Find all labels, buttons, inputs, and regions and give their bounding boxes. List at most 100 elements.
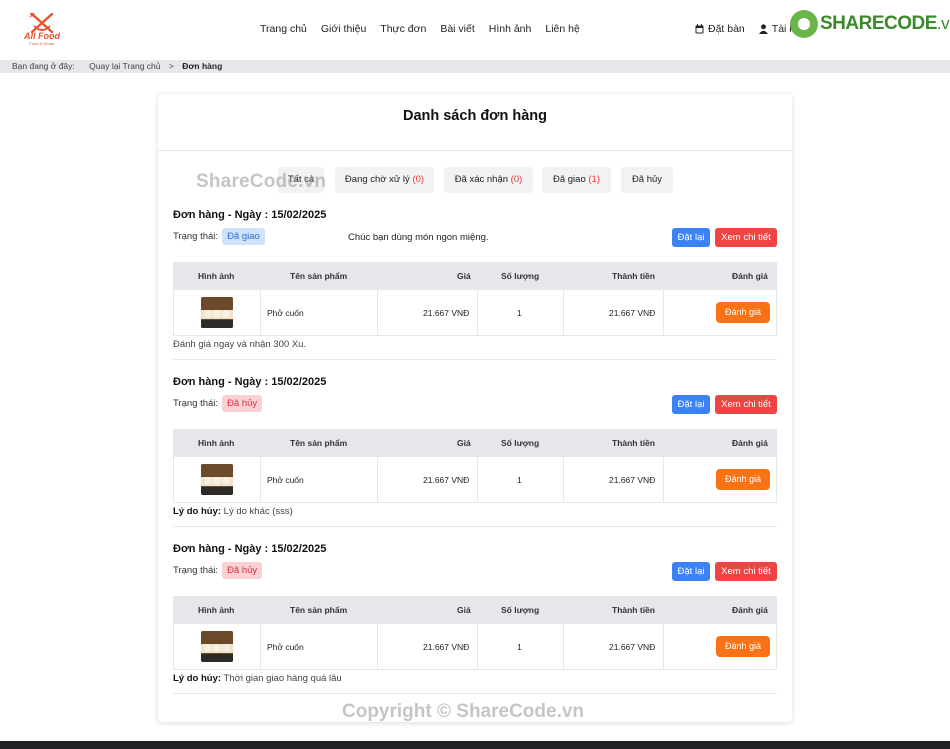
order-title: Đơn hàng - Ngày : 15/02/2025	[173, 376, 327, 388]
reorder-button[interactable]: Đặt lại	[672, 562, 710, 581]
divider	[158, 150, 792, 151]
booking-link[interactable]: Đặt bàn	[695, 23, 745, 35]
page-footer-bar	[0, 741, 950, 749]
sharecode-badge-icon	[790, 10, 818, 38]
th-price: Giá	[457, 438, 471, 448]
nav-posts[interactable]: Bài viết	[440, 23, 474, 35]
order-note: Chúc bạn dùng món ngon miệng.	[348, 232, 489, 243]
tab-pending-label: Đang chờ xử lý	[344, 174, 410, 185]
status-label: Trạng thái:	[173, 398, 219, 409]
nav-home[interactable]: Trang chủ	[260, 23, 307, 35]
tab-delivered[interactable]: Đã giao (1)	[542, 167, 611, 193]
view-detail-button[interactable]: Xem chi tiết	[715, 395, 777, 414]
nav-menu[interactable]: Thực đơn	[380, 23, 426, 35]
tab-delivered-count: (1)	[588, 174, 600, 185]
rate-button[interactable]: Đánh giá	[716, 469, 770, 490]
calendar-icon	[695, 24, 704, 34]
footer-label: Lý do hủy:	[173, 506, 222, 517]
product-price: 21.667 VNĐ	[423, 475, 470, 485]
product-quantity: 1	[517, 475, 522, 485]
view-detail-button[interactable]: Xem chi tiết	[715, 562, 777, 581]
table-header: Hình ảnh Tên sản phẩm Giá Số lượng Thành…	[173, 596, 777, 624]
th-total: Thành tiền	[612, 438, 655, 448]
th-price: Giá	[457, 271, 471, 281]
user-icon	[758, 24, 768, 34]
divider	[173, 526, 777, 527]
product-name: Phở cuốn	[267, 642, 304, 652]
table-row: Phở cuốn 21.667 VNĐ 1 21.667 VNĐ Đánh gi…	[173, 624, 777, 670]
order-status: Trạng thái: Đã hủy	[173, 395, 263, 412]
status-badge: Đã hủy	[222, 395, 263, 412]
footer-text: Đánh giá ngay và nhận 300 Xu.	[173, 339, 307, 350]
breadcrumb-home[interactable]: Quay lại Trang chủ	[89, 61, 160, 71]
rate-button[interactable]: Đánh giá	[716, 636, 770, 657]
th-product: Tên sản phẩm	[290, 605, 348, 615]
main-nav: Trang chủ Giới thiệu Thực đơn Bài viết H…	[260, 23, 594, 35]
th-rating: Đánh giá	[732, 438, 768, 448]
table-row: Phở cuốn 21.667 VNĐ 1 21.667 VNĐ Đánh gi…	[173, 457, 777, 503]
th-total: Thành tiền	[612, 605, 655, 615]
status-badge: Đã hủy	[222, 562, 263, 579]
product-name: Phở cuốn	[267, 308, 304, 318]
product-image	[201, 297, 233, 328]
nav-contact[interactable]: Liên hệ	[545, 23, 579, 35]
site-logo[interactable]: All Food Food & Drinks	[16, 12, 68, 48]
footer-text: Lý do khác (sss)	[221, 506, 293, 517]
copyright-watermark: Copyright © ShareCode.vn	[342, 701, 585, 722]
breadcrumb-current: Đơn hàng	[182, 61, 223, 71]
product-image	[201, 631, 233, 662]
product-price: 21.667 VNĐ	[423, 642, 470, 652]
nav-about[interactable]: Giới thiệu	[321, 23, 366, 35]
footer-text: Thời gian giao hàng quá lâu	[221, 673, 342, 684]
page-title: Danh sách đơn hàng	[402, 108, 548, 124]
order-title: Đơn hàng - Ngày : 15/02/2025	[173, 543, 327, 555]
logo-sub: Food & Drinks	[29, 41, 55, 46]
table-header: Hình ảnh Tên sản phẩm Giá Số lượng Thành…	[173, 429, 777, 457]
rate-button[interactable]: Đánh giá	[716, 302, 770, 323]
footer-label: Lý do hủy:	[173, 673, 222, 684]
product-total: 21.667 VNĐ	[609, 308, 656, 318]
th-total: Thành tiền	[612, 271, 655, 281]
status-label: Trạng thái:	[173, 565, 219, 576]
product-quantity: 1	[517, 642, 522, 652]
breadcrumb: Bạn đang ở đây: Quay lại Trang chủ > Đơn…	[0, 60, 950, 73]
product-total: 21.667 VNĐ	[609, 475, 656, 485]
view-detail-button[interactable]: Xem chi tiết	[715, 228, 777, 247]
product-name: Phở cuốn	[267, 475, 304, 485]
tab-confirmed[interactable]: Đã xác nhận (0)	[444, 167, 533, 193]
tab-cancelled-label: Đã hủy	[631, 174, 663, 185]
nav-gallery[interactable]: Hình ảnh	[489, 23, 532, 35]
th-rating: Đánh giá	[732, 271, 768, 281]
status-badge: Đã giao	[222, 228, 265, 245]
th-quantity: Số lượng	[501, 271, 540, 281]
tab-pending[interactable]: Đang chờ xử lý (0)	[335, 167, 434, 193]
tab-confirmed-label: Đã xác nhận	[454, 174, 509, 185]
order-footer: Đánh giá ngay và nhận 300 Xu.	[173, 339, 306, 350]
tab-confirmed-count: (0)	[510, 174, 523, 185]
tab-pending-count: (0)	[412, 174, 425, 185]
product-total: 21.667 VNĐ	[609, 642, 656, 652]
order-title: Đơn hàng - Ngày : 15/02/2025	[173, 209, 327, 221]
th-rating: Đánh giá	[732, 605, 768, 615]
th-image: Hình ảnh	[198, 605, 235, 615]
reorder-button[interactable]: Đặt lại	[672, 228, 710, 247]
sharecode-watermark-logo: SHARECODE.vn	[790, 10, 950, 38]
product-price: 21.667 VNĐ	[423, 308, 470, 318]
table-header: Hình ảnh Tên sản phẩm Giá Số lượng Thành…	[173, 262, 777, 290]
tab-delivered-label: Đã giao	[552, 174, 586, 185]
breadcrumb-prefix: Bạn đang ở đây:	[12, 61, 75, 71]
order-footer: Lý do hủy: Thời gian giao hàng quá lâu	[173, 673, 342, 684]
sharecode-brand: SHARECODE	[820, 13, 937, 34]
product-image	[201, 464, 233, 495]
logo-brand: All Food	[24, 31, 60, 41]
status-label: Trạng thái:	[173, 231, 219, 242]
th-quantity: Số lượng	[501, 438, 540, 448]
order-status: Trạng thái: Đã hủy	[173, 562, 263, 579]
reorder-button[interactable]: Đặt lại	[672, 395, 710, 414]
table-row: Phở cuốn 21.667 VNĐ 1 21.667 VNĐ Đánh gi…	[173, 290, 777, 336]
site-header: All Food Food & Drinks Trang chủ Giới th…	[0, 0, 950, 60]
tab-cancelled[interactable]: Đã hủy	[621, 167, 673, 193]
th-price: Giá	[457, 605, 471, 615]
order-footer: Lý do hủy: Lý do khác (sss)	[173, 506, 293, 517]
divider	[173, 359, 777, 360]
